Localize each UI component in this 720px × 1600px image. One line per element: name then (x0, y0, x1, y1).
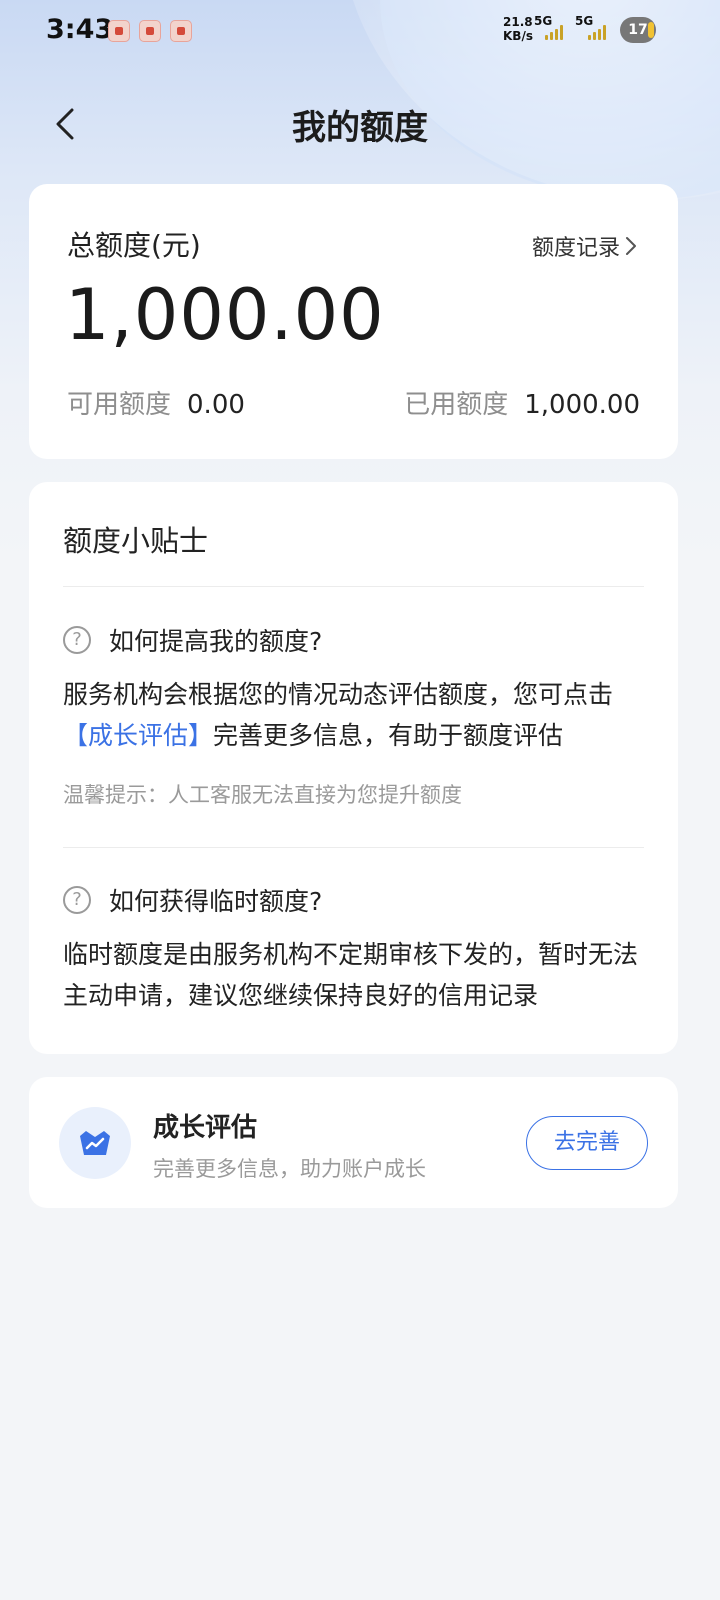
net-speed-unit: KB/s (503, 29, 533, 43)
faq-answer-1-prefix: 服务机构会根据您的情况动态评估额度，您可点击 (63, 680, 614, 709)
growth-eval-subtitle: 完善更多信息，助力账户成长 (153, 1157, 426, 1181)
net-speed-value: 21.8 (503, 15, 533, 29)
tips-title: 额度小贴士 (63, 524, 209, 558)
used-quota-value: 1,000.00 (524, 390, 640, 420)
app-notification-icon (139, 20, 161, 42)
quota-tips-card: 额度小贴士 ? 如何提高我的额度? 服务机构会根据您的情况动态评估额度，您可点击… (29, 482, 678, 1054)
battery-level: 17 (628, 22, 648, 38)
page-title: 我的额度 (292, 108, 428, 148)
total-quota-label: 总额度(元) (67, 229, 201, 262)
question-icon: ? (63, 886, 91, 914)
faq-question-2-text: 如何获得临时额度? (109, 887, 323, 916)
faq-answer-2: 临时额度是由服务机构不定期审核下发的，暂时无法主动申请，建议您继续保持良好的信用… (63, 940, 639, 1010)
available-quota-label: 可用额度 (67, 390, 172, 420)
faq-question-1-text: 如何提高我的额度? (109, 627, 323, 656)
status-bar: 3:43 21.8 KB/s 5G 5G 17 (0, 0, 720, 62)
status-time: 3:43 (46, 14, 114, 45)
divider (63, 847, 644, 848)
available-quota-value: 0.00 (187, 390, 245, 420)
app-notification-icon (108, 20, 130, 42)
question-icon: ? (63, 626, 91, 654)
tips-hint: 温馨提示：人工客服无法直接为您提升额度 (63, 783, 462, 807)
basket-chart-icon (80, 1131, 110, 1155)
net-speed: 21.8 KB/s (503, 15, 533, 43)
used-quota-label: 已用额度 (404, 390, 509, 420)
signal-icon (545, 24, 567, 40)
divider (63, 586, 644, 587)
quota-record-link[interactable]: 额度记录 (532, 230, 638, 262)
faq-answer-1-suffix: 完善更多信息，有助于额度评估 (213, 721, 564, 750)
app-notification-icon (170, 20, 192, 42)
faq-answer-1: 服务机构会根据您的情况动态评估额度，您可点击【成长评估】完善更多信息，有助于额度… (63, 674, 653, 756)
quota-card: 总额度(元) 额度记录 1,000.00 可用额度 0.00 已用额度 1,000.… (29, 184, 678, 459)
growth-eval-card[interactable]: 成长评估 完善更多信息，助力账户成长 去完善 (29, 1077, 678, 1208)
growth-eval-title: 成长评估 (153, 1113, 258, 1143)
quota-record-label: 额度记录 (531, 236, 620, 261)
growth-icon (59, 1107, 131, 1179)
chevron-right-icon (626, 237, 636, 255)
faq-question-1: ? 如何提高我的额度? (63, 622, 322, 658)
faq-question-2: ? 如何获得临时额度? (63, 882, 322, 918)
growth-eval-link[interactable]: 【成长评估】 (63, 721, 213, 750)
used-quota: 已用额度 1,000.00 (404, 384, 640, 421)
signal-icon (588, 24, 610, 40)
battery-icon: 17 (620, 17, 656, 43)
complete-info-button[interactable]: 去完善 (526, 1116, 648, 1170)
total-quota-amount: 1,000.00 (65, 274, 385, 356)
available-quota: 可用额度 0.00 (67, 384, 245, 421)
